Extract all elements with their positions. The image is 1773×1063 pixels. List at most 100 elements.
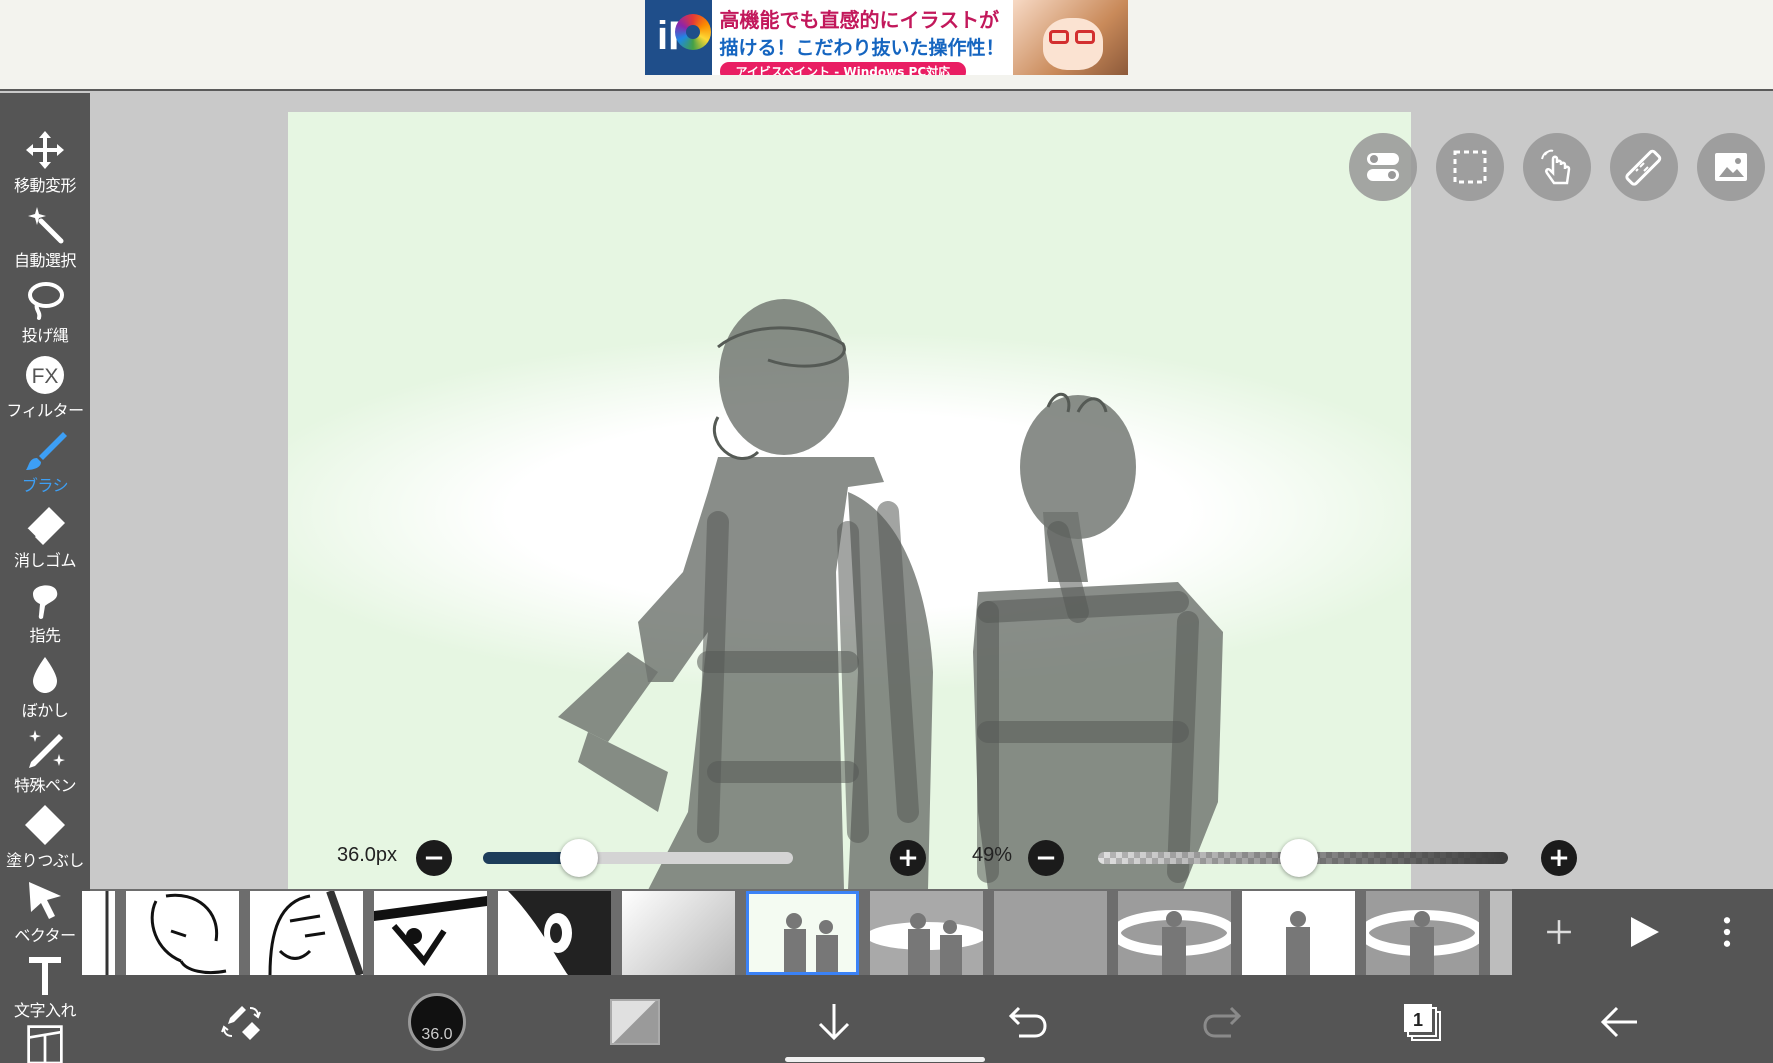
layer-preview (1242, 891, 1355, 975)
layer-preview (498, 891, 611, 975)
move-icon (26, 131, 64, 169)
tool-fill[interactable]: 塗りつぶし (0, 803, 90, 877)
ruler-icon (1625, 149, 1662, 186)
ad-banner[interactable]: iP 高機能でも直感的にイラストが 描ける！こだわり抜いた操作性！ アイビスペイ… (645, 0, 1128, 75)
ibis-paint-logo: iP (645, 0, 712, 75)
brush-sliders: 36.0px − + 49% − + (90, 836, 1773, 886)
bucket-icon (25, 805, 65, 845)
layer-thumbnail[interactable] (126, 891, 239, 975)
cursor-icon (29, 882, 61, 919)
toggle-icon (1367, 153, 1399, 181)
layer-thumbnail[interactable] (374, 891, 487, 975)
tool-label: 指先 (29, 626, 61, 645)
selection-layer-button[interactable] (1436, 133, 1504, 201)
layer-thumbnail[interactable] (1490, 891, 1512, 975)
layer-thumbnail[interactable] (870, 891, 983, 975)
more-vertical-icon (1723, 917, 1731, 947)
opacity-increase-button[interactable]: + (1541, 840, 1577, 876)
tool-filter[interactable]: FX フィルター (0, 353, 90, 427)
layer-thumbnail[interactable] (250, 891, 363, 975)
reference-image-button[interactable] (1697, 133, 1765, 201)
ad-bar: iP 高機能でも直感的にイラストが 描ける！こだわり抜いた操作性！ アイビスペイ… (0, 0, 1773, 91)
drawing-canvas[interactable] (288, 112, 1411, 890)
text-icon (29, 957, 61, 995)
layer-preview (746, 891, 859, 975)
layers-button[interactable]: 1 (1395, 995, 1449, 1049)
redo-icon (1203, 1006, 1242, 1038)
play-icon (1631, 917, 1659, 947)
brush-icon (26, 432, 67, 470)
undo-button[interactable] (1000, 995, 1054, 1049)
plus-icon (1547, 920, 1571, 944)
more-options-button[interactable] (1700, 905, 1754, 959)
download-button[interactable] (807, 995, 861, 1049)
canvas-workspace[interactable] (90, 93, 1773, 890)
layer-thumbnail[interactable] (1242, 891, 1355, 975)
layer-preview (1366, 891, 1479, 975)
tool-label: フィルター (6, 401, 84, 420)
back-button[interactable] (1592, 995, 1646, 1049)
undo-icon (1008, 1006, 1047, 1038)
color-wheel-icon (675, 14, 711, 50)
brush-size-decrease-button[interactable]: − (416, 840, 452, 876)
image-icon (1715, 153, 1747, 181)
ad-character-illustration (1012, 0, 1128, 75)
brush-size-thumb[interactable] (560, 839, 599, 877)
tool-text[interactable]: 文字入れ (0, 953, 90, 1027)
play-button[interactable] (1616, 905, 1670, 959)
hand-tool-button[interactable] (1523, 133, 1591, 201)
brush-size-increase-button[interactable]: + (890, 840, 926, 876)
bottom-toolbar: 36.0 1 (90, 975, 1773, 1063)
layers-icon: 1 (1404, 1004, 1441, 1041)
redo-button[interactable] (1196, 995, 1250, 1049)
tool-label: 文字入れ (13, 1001, 77, 1020)
tool-smudge[interactable]: 指先 (0, 578, 90, 652)
layer-preview (1118, 891, 1231, 975)
tool-blur[interactable]: ぼかし (0, 653, 90, 727)
ad-tagline: アイビスペイント - Windows PC対応 (719, 62, 967, 75)
tool-brush[interactable]: ブラシ (0, 428, 90, 502)
ruler-button[interactable] (1610, 133, 1678, 201)
finger-icon (33, 585, 58, 619)
layer-thumbnail[interactable] (994, 891, 1107, 975)
color-picker-swatch[interactable] (610, 999, 660, 1045)
arrow-left-icon (1600, 1006, 1637, 1038)
tool-special-pen[interactable]: 特殊ペン (0, 728, 90, 802)
ad-subheadline: 描ける！こだわり抜いた操作性！ (719, 37, 1005, 59)
tool-label: ブラシ (21, 476, 69, 495)
drop-icon (33, 657, 57, 693)
swap-tool-button[interactable] (215, 995, 269, 1049)
layer-thumbnail-selected[interactable] (746, 891, 859, 975)
brush-size-value: 36.0px (337, 844, 398, 866)
layer-preview (870, 891, 983, 975)
ad-headline: 高機能でも直感的にイラストが (719, 8, 1000, 32)
tool-label: ベクター (14, 926, 76, 945)
tool-label: 特殊ペン (13, 776, 77, 795)
layer-thumbnail[interactable] (498, 891, 611, 975)
pen-eraser-swap-icon (221, 1006, 261, 1040)
tool-eraser[interactable]: 消しゴム (0, 503, 90, 577)
layer-thumbnail[interactable] (622, 891, 735, 975)
tool-sidebar: 移動変形 自動選択 投げ縄 FX フィルター ブラシ 消しゴム 指先 ぼかし 特… (0, 93, 90, 1063)
ad-text: 高機能でも直感的にイラストが 描ける！こだわり抜いた操作性！ アイビスペイント … (712, 0, 1013, 75)
layer-thumbnail[interactable] (1366, 891, 1479, 975)
add-frame-button[interactable] (1532, 905, 1586, 959)
layer-thumbnail[interactable] (82, 891, 115, 975)
toggle-panel-button[interactable] (1349, 133, 1417, 201)
selection-icon (1453, 150, 1487, 184)
tool-label: 塗りつぶし (6, 851, 84, 870)
brush-size-slider[interactable] (483, 852, 793, 864)
hand-icon (1541, 149, 1571, 185)
tool-frame[interactable] (0, 1023, 90, 1063)
layer-preview (374, 891, 487, 975)
brush-size-preview[interactable]: 36.0 (408, 993, 466, 1051)
layer-thumbnail[interactable] (1118, 891, 1231, 975)
tool-lasso[interactable]: 投げ縄 (0, 278, 90, 352)
tool-auto-select[interactable]: 自動選択 (0, 203, 90, 277)
home-indicator[interactable] (785, 1057, 985, 1062)
opacity-thumb[interactable] (1279, 839, 1318, 877)
tool-label: 投げ縄 (21, 326, 69, 345)
tool-vector[interactable]: ベクター (0, 878, 90, 952)
opacity-decrease-button[interactable]: − (1028, 840, 1064, 876)
tool-move-transform[interactable]: 移動変形 (0, 128, 90, 202)
